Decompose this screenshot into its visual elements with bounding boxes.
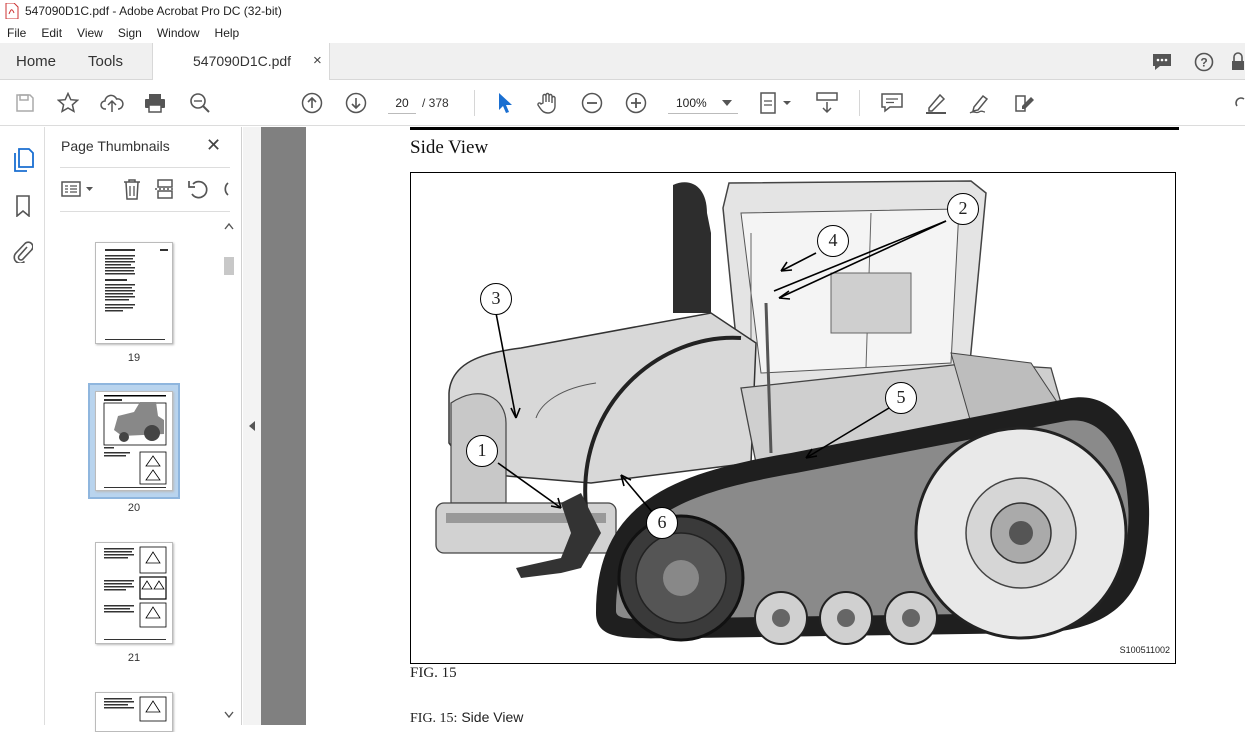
next-page-icon[interactable] — [344, 91, 368, 115]
add-comment-icon[interactable] — [880, 91, 904, 115]
tractor-side-view-illustration — [435, 180, 1150, 645]
title-bar: 547090D1C.pdf - Adobe Acrobat Pro DC (32… — [0, 0, 1245, 22]
lock-icon[interactable] — [1230, 51, 1245, 73]
pdf-page: Side View 1 2 3 4 5 6 S100511002 FIG. 15… — [306, 127, 1245, 727]
menu-sign[interactable]: Sign — [111, 26, 150, 40]
figure-label: FIG. 15 — [410, 665, 457, 681]
thumbnail-figure-preview — [103, 395, 167, 488]
toolbar: 20 / 378 100% — [0, 80, 1245, 126]
callout-5: 5 — [885, 382, 917, 414]
page-thumbnail-19[interactable] — [95, 242, 173, 344]
page-display-icon[interactable] — [758, 91, 794, 115]
thumbnail-label-19: 19 — [127, 352, 141, 364]
caption-text: Side View — [461, 709, 524, 725]
attachments-icon[interactable] — [11, 239, 35, 265]
thumbnail-warnings-preview — [104, 546, 167, 640]
svg-text:?: ? — [1200, 56, 1207, 70]
extract-page-icon[interactable] — [153, 177, 177, 201]
comment-bubble-icon[interactable] — [1151, 51, 1173, 73]
collapse-arrow-icon — [249, 421, 255, 431]
thumbnail-text-preview — [105, 249, 168, 340]
menu-file[interactable]: File — [0, 26, 34, 40]
toolbar-divider — [474, 90, 475, 116]
page-count: / 378 — [422, 96, 449, 110]
thumbnail-options-icon[interactable] — [59, 177, 97, 201]
tab-document-label: 547090D1C.pdf — [193, 53, 292, 69]
menu-view[interactable]: View — [70, 26, 111, 40]
menu-bar: File Edit View Sign Window Help — [0, 22, 1245, 43]
window-title: 547090D1C.pdf - Adobe Acrobat Pro DC (32… — [25, 4, 282, 18]
tab-document[interactable]: 547090D1C.pdf × — [152, 43, 330, 81]
rotate-right-icon[interactable] — [218, 177, 230, 201]
panel-divider — [60, 211, 230, 212]
page-header-rule — [410, 127, 1179, 130]
previous-page-icon[interactable] — [300, 91, 324, 115]
rotate-left-icon[interactable] — [186, 177, 210, 201]
menu-edit[interactable]: Edit — [34, 26, 70, 40]
fill-sign-icon[interactable] — [1012, 91, 1036, 115]
callout-3: 3 — [480, 283, 512, 315]
page-thumbnails-icon[interactable] — [11, 147, 35, 173]
navigation-rail — [0, 127, 45, 725]
close-panel-icon[interactable]: ✕ — [206, 135, 221, 156]
scroll-mode-icon[interactable] — [814, 91, 840, 115]
tab-bar: Home Tools 547090D1C.pdf × ? — [0, 43, 1245, 81]
tab-home[interactable]: Home — [16, 43, 56, 80]
help-icon[interactable]: ? — [1193, 51, 1215, 73]
panel-divider — [60, 167, 230, 168]
callout-2: 2 — [947, 193, 979, 225]
tab-tools[interactable]: Tools — [88, 43, 123, 80]
thumbnail-scrollbar[interactable] — [222, 219, 236, 725]
print-icon[interactable] — [143, 91, 167, 115]
page-thumbnail-20[interactable] — [95, 391, 173, 491]
caption-prefix: FIG. 15: — [410, 711, 458, 726]
bookmarks-icon[interactable] — [11, 193, 35, 219]
toolbar-divider — [859, 90, 860, 116]
figure-caption: FIG. 15: Side View — [410, 709, 523, 727]
panel-collapse-handle[interactable] — [243, 127, 261, 725]
page-thumbnail-21[interactable] — [95, 542, 173, 644]
thumbnail-label-21: 21 — [127, 652, 141, 664]
hand-tool-icon[interactable] — [536, 91, 560, 115]
thumbnail-partial-preview — [104, 696, 167, 722]
zoom-dropdown-icon[interactable] — [720, 96, 734, 110]
page-thumbnail-22[interactable] — [95, 692, 173, 732]
callout-4: 4 — [817, 225, 849, 257]
panel-title: Page Thumbnails — [61, 138, 170, 154]
callout-1: 1 — [466, 435, 498, 467]
figure-id: S100511002 — [1119, 645, 1170, 655]
callout-6: 6 — [646, 507, 678, 539]
link-icon[interactable] — [1234, 91, 1245, 115]
menu-help[interactable]: Help — [208, 26, 248, 40]
zoom-search-icon[interactable] — [188, 91, 212, 115]
close-tab-icon[interactable]: × — [313, 52, 322, 69]
select-cursor-icon[interactable] — [493, 91, 517, 115]
acrobat-file-icon — [5, 3, 19, 19]
zoom-level-value: 100% — [676, 96, 707, 110]
figure-frame: 1 2 3 4 5 6 S100511002 — [410, 172, 1176, 664]
menu-window[interactable]: Window — [150, 26, 208, 40]
thumbnail-label-20: 20 — [127, 502, 141, 514]
zoom-out-icon[interactable] — [580, 91, 604, 115]
sign-pen-icon[interactable] — [968, 91, 992, 115]
zoom-in-icon[interactable] — [624, 91, 648, 115]
delete-page-icon[interactable] — [120, 177, 144, 201]
thumbnails-panel: Page Thumbnails ✕ 19 20 21 — [46, 127, 242, 732]
document-viewport[interactable]: Side View 1 2 3 4 5 6 S100511002 FIG. 15… — [261, 127, 1245, 727]
save-icon[interactable] — [13, 91, 37, 115]
page-number-input[interactable]: 20 — [388, 92, 416, 114]
highlight-pen-icon[interactable] — [924, 91, 948, 115]
section-heading: Side View — [410, 137, 489, 158]
upload-cloud-icon[interactable] — [100, 91, 124, 115]
bookmark-star-icon[interactable] — [56, 91, 80, 115]
